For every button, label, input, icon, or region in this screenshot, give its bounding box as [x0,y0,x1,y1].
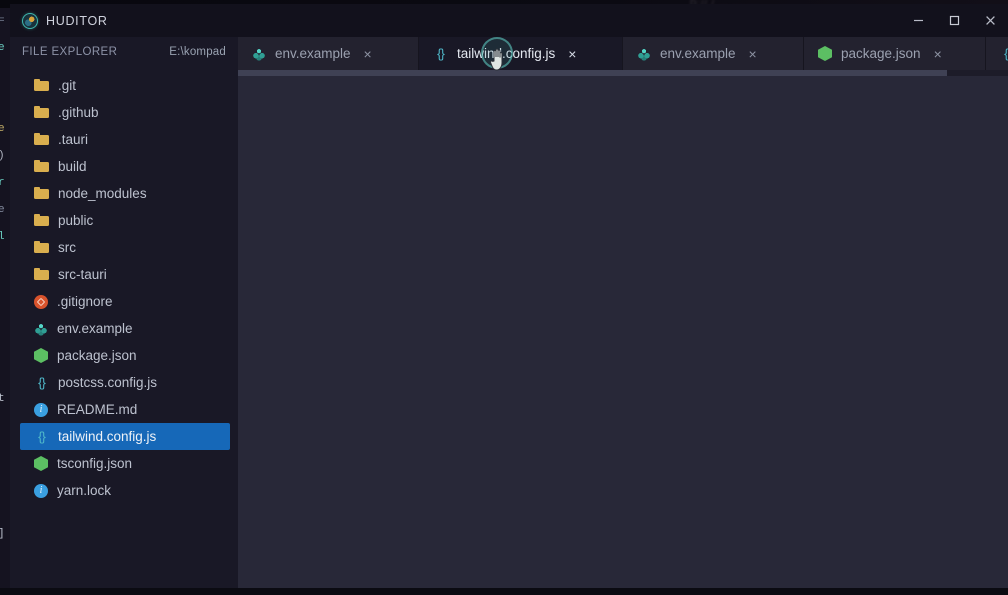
folder-icon [34,186,49,201]
editor-tab-label: env.example [660,46,736,61]
tree-item-label: tailwind.config.js [58,429,156,444]
tree-item-label: env.example [57,321,133,336]
editor-content-area[interactable] [238,70,1008,588]
folder-icon [34,105,49,120]
folder-icon [34,78,49,93]
tree-folder-row[interactable]: public [20,207,230,234]
js-config-file-icon: {} [34,429,49,444]
tree-folder-row[interactable]: src-tauri [20,261,230,288]
tree-file-row[interactable]: tsconfig.json [20,450,230,477]
application-window: HUDITOR [10,4,1008,588]
window-controls [900,4,1008,37]
tree-file-row[interactable]: i yarn.lock [20,477,230,504]
tree-item-label: README.md [57,402,137,417]
tree-item-label: node_modules [58,186,147,201]
close-icon [984,14,997,27]
tree-file-row[interactable]: .gitignore [20,288,230,315]
env-file-icon [34,322,48,336]
editor-tab-label: package.json [841,46,921,61]
editor-tab[interactable]: {}tailwind.confi [986,37,1008,70]
tab-close-icon[interactable]: × [564,45,577,63]
tree-file-row[interactable]: env.example [20,315,230,342]
tree-folder-row[interactable]: build [20,153,230,180]
app-title: HUDITOR [46,14,108,28]
tree-file-row[interactable]: package.json [20,342,230,369]
editor-horizontal-scrollbar-thumb[interactable] [238,70,947,76]
js-config-file-icon: {} [34,375,49,390]
folder-icon [34,267,49,282]
workspace-path: E:\kompad [169,46,226,58]
editor-tab[interactable]: {} tailwind.config.js × [419,37,623,70]
markdown-file-icon: i [34,403,48,417]
tree-file-row[interactable]: i README.md [20,396,230,423]
file-explorer-sidebar: FILE EXPLORER E:\kompad .git .github .taur… [10,37,238,588]
minimize-button[interactable] [900,4,936,37]
tab-close-icon[interactable]: × [930,45,943,63]
tree-file-row[interactable]: {} postcss.config.js [20,369,230,396]
tree-item-label: public [58,213,93,228]
tree-item-label: package.json [57,348,137,363]
tree-folder-row[interactable]: src [20,234,230,261]
editor-tab[interactable]: env.example × [238,37,419,70]
minimize-icon [912,14,925,27]
tree-file-row[interactable]: {} tailwind.config.js [20,423,230,450]
desktop-background-bottom-strip [0,588,1008,595]
env-file-icon [252,47,266,61]
tab-close-icon[interactable]: × [360,45,373,63]
editor-tab[interactable]: env.example × [623,37,804,70]
js-config-file-icon: {} [433,46,448,61]
tree-folder-row[interactable]: .git [20,72,230,99]
tree-item-label: postcss.config.js [58,375,157,390]
tree-item-label: .gitignore [57,294,113,309]
env-file-icon [637,47,651,61]
title-bar[interactable]: HUDITOR [10,4,1008,37]
maximize-icon [948,14,961,27]
tree-item-label: src-tauri [58,267,107,282]
huditor-logo-icon [22,13,38,29]
tab-close-icon[interactable]: × [745,45,758,63]
editor-tab-label: env.example [275,46,351,61]
tree-item-label: .tauri [58,132,88,147]
file-explorer-header: FILE EXPLORER E:\kompad [10,37,238,67]
close-button[interactable] [972,4,1008,37]
tree-item-label: build [58,159,87,174]
editor-tab-label: tailwind.config.js [457,46,555,61]
app-brand: HUDITOR [10,13,108,29]
tree-folder-row[interactable]: .tauri [20,126,230,153]
file-tree: .git .github .tauri build node_modulespublic… [10,67,238,504]
folder-icon [34,132,49,147]
file-explorer-title: FILE EXPLORER [22,46,117,58]
tree-item-label: yarn.lock [57,483,111,498]
tree-item-label: .github [58,105,99,120]
maximize-button[interactable] [936,4,972,37]
json-file-icon [34,456,48,471]
json-file-icon [34,348,48,363]
folder-icon [34,159,49,174]
lock-file-icon: i [34,484,48,498]
editor-horizontal-scrollbar[interactable] [238,70,1008,76]
tree-item-label: .git [58,78,76,93]
editor-tab-bar: env.example×{}tailwind.config.js×env.exa… [238,37,1008,70]
folder-icon [34,240,49,255]
json-file-icon [818,46,832,61]
tree-folder-row[interactable]: .github [20,99,230,126]
js-config-file-icon: {} [1000,46,1008,61]
tree-item-label: tsconfig.json [57,456,132,471]
folder-icon [34,213,49,228]
git-file-icon [34,295,48,309]
screen-root: D://./ ... ........ =e e)rel t ] HUDITOR [0,0,1008,595]
tree-item-label: src [58,240,76,255]
editor-tab[interactable]: package.json × [804,37,986,70]
tree-folder-row[interactable]: node_modules [20,180,230,207]
